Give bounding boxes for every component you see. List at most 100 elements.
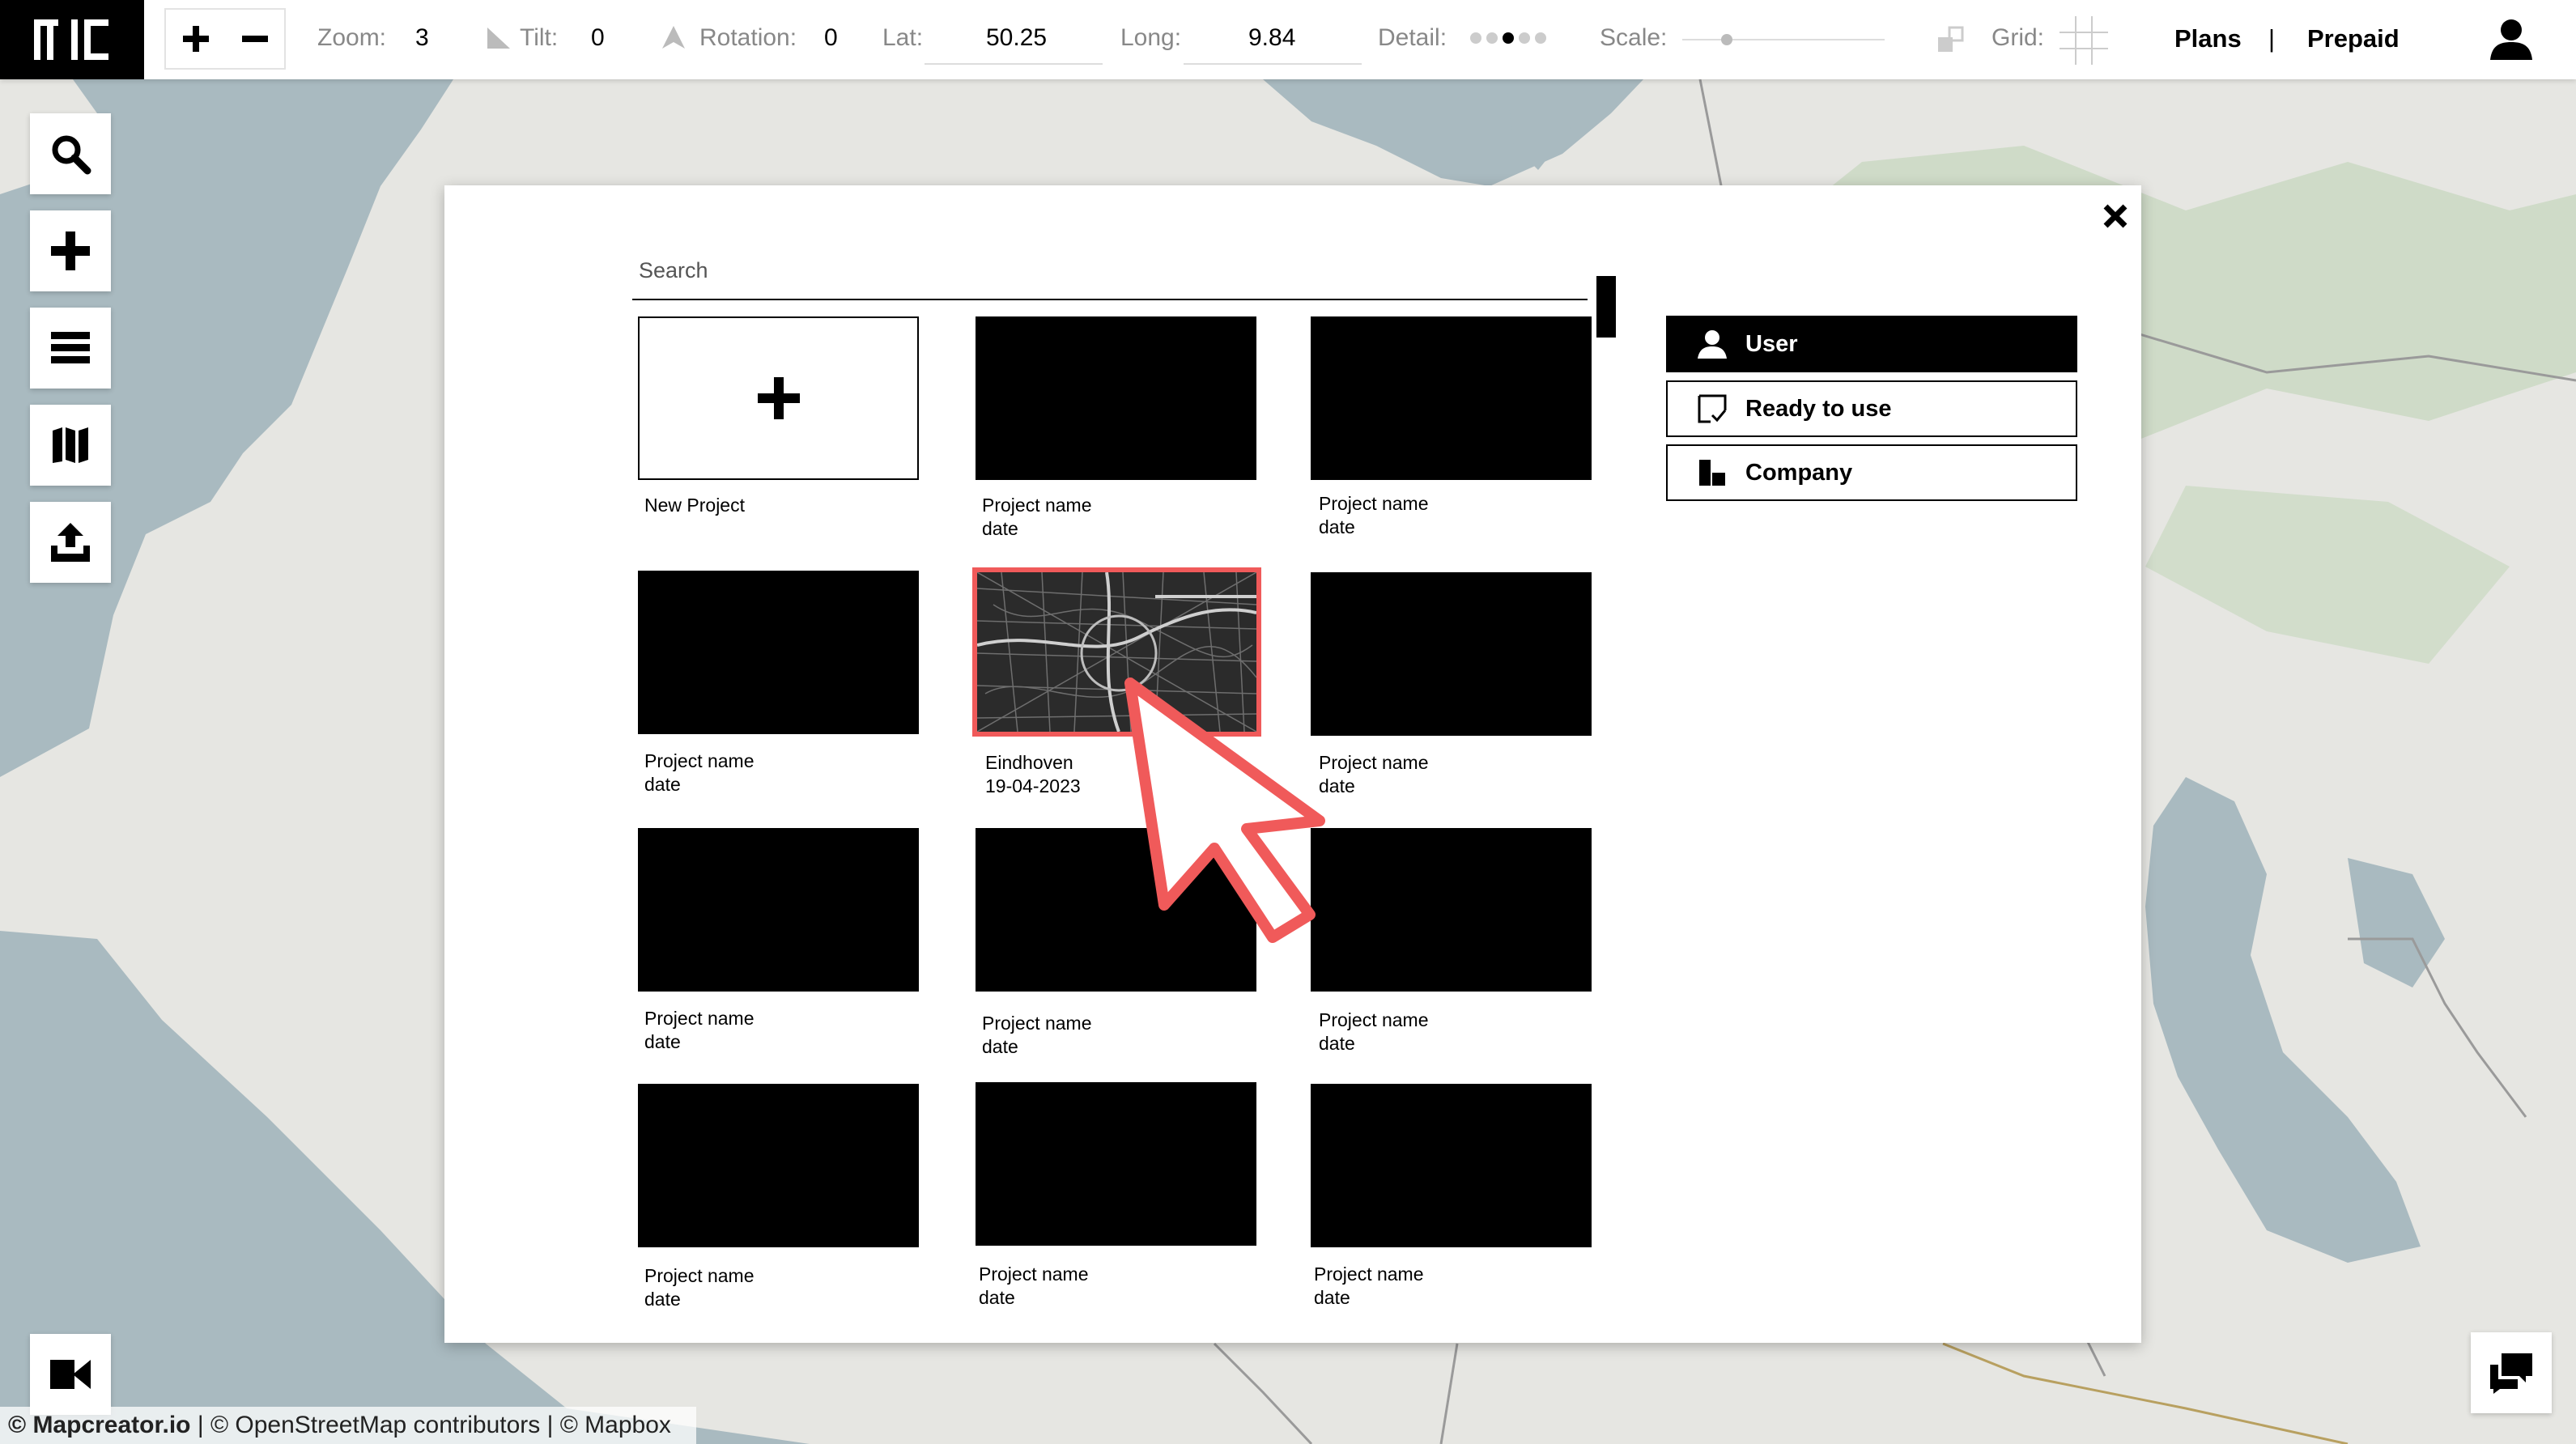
attribution-brand[interactable]: © Mapcreator.io <box>8 1412 191 1438</box>
long-underline <box>1184 63 1362 65</box>
detail-slider[interactable] <box>1470 32 1546 44</box>
close-icon[interactable] <box>2099 200 2132 232</box>
filter-company[interactable]: Company <box>1666 444 2077 501</box>
detail-dot[interactable] <box>1519 32 1530 44</box>
search-icon <box>52 135 91 175</box>
plus-icon <box>182 26 209 52</box>
prepaid-link[interactable]: Prepaid <box>2307 24 2400 53</box>
eindhoven-map-thumbnail[interactable] <box>972 567 1261 737</box>
long-value[interactable]: 9.84 <box>1248 24 1295 52</box>
video-camera-icon <box>50 1360 91 1389</box>
project-thumbnail[interactable] <box>1311 316 1592 480</box>
project-thumbnail[interactable] <box>638 828 919 992</box>
chat-icon <box>2490 1353 2532 1394</box>
project-thumbnail[interactable] <box>976 828 1256 992</box>
project-thumbnail[interactable] <box>1311 828 1592 992</box>
project-thumbnail[interactable] <box>976 1082 1256 1246</box>
map-attribution: © Mapcreator.io | © OpenStreetMap contri… <box>0 1407 696 1444</box>
project-thumbnail[interactable] <box>976 316 1256 480</box>
scale-slider-handle[interactable] <box>1721 34 1732 45</box>
project-date: date <box>1319 1033 1355 1054</box>
project-date: date <box>1319 775 1355 796</box>
lat-label: Lat: <box>882 24 924 51</box>
grid-lock-icon[interactable] <box>1936 26 1964 53</box>
project-name: Project name <box>979 1264 1089 1285</box>
map-tool-button[interactable] <box>30 405 111 486</box>
project-thumbnail[interactable] <box>1311 572 1592 736</box>
detail-dot[interactable] <box>1470 32 1481 44</box>
project-name: Project name <box>644 750 755 771</box>
detail-dot[interactable] <box>1535 32 1546 44</box>
project-date: date <box>982 1036 1018 1057</box>
rotation-value[interactable]: 0 <box>824 24 838 52</box>
project-search-input[interactable] <box>639 250 1529 291</box>
chat-button[interactable] <box>2471 1332 2552 1413</box>
search-tool-button[interactable] <box>30 113 111 194</box>
user-icon <box>1698 330 1727 359</box>
plus-icon <box>51 231 90 270</box>
zoom-out-button[interactable] <box>225 10 284 68</box>
logo-icon <box>34 19 108 60</box>
filter-user-label: User <box>1745 330 1798 357</box>
tilt-value[interactable]: 0 <box>591 24 605 52</box>
project-name: Project name <box>1319 1009 1429 1030</box>
scrollbar-thumb[interactable] <box>1596 276 1616 338</box>
project-name: Project name <box>982 495 1092 516</box>
attribution-text[interactable]: | © OpenStreetMap contributors | © Mapbo… <box>191 1412 671 1438</box>
long-label: Long: <box>1120 24 1182 51</box>
plus-icon <box>757 377 800 419</box>
detail-label: Detail: <box>1378 24 1447 51</box>
zoom-value[interactable]: 3 <box>415 24 429 52</box>
plans-link[interactable]: Plans <box>2174 24 2242 53</box>
project-name: Project name <box>1319 752 1429 773</box>
project-date: date <box>982 518 1018 539</box>
minus-icon <box>241 36 268 42</box>
tilt-icon <box>487 28 510 49</box>
project-date: date <box>1314 1287 1350 1308</box>
filter-user[interactable]: User <box>1666 316 2077 372</box>
upload-icon <box>51 523 90 562</box>
new-project-label: New Project <box>644 495 745 516</box>
filter-ready-label: Ready to use <box>1745 395 1892 422</box>
project-name: Project name <box>1314 1264 1424 1285</box>
project-date: date <box>979 1287 1015 1308</box>
add-tool-button[interactable] <box>30 210 111 291</box>
detail-dot[interactable] <box>1486 32 1498 44</box>
project-thumbnail[interactable] <box>638 571 919 734</box>
upload-tool-button[interactable] <box>30 502 111 583</box>
layers-tool-button[interactable] <box>30 308 111 389</box>
scale-label: Scale: <box>1600 24 1668 51</box>
filter-company-label: Company <box>1745 459 1853 486</box>
grid-icon[interactable] <box>2060 16 2108 65</box>
project-name: Project name <box>644 1265 755 1286</box>
project-date: 19-04-2023 <box>985 775 1081 796</box>
rotation-label: Rotation: <box>699 24 797 51</box>
top-toolbar: Zoom: 3 Tilt: 0 Rotation: 0 Lat: 50.25 L… <box>0 0 2576 79</box>
new-project-thumbnail[interactable] <box>638 316 919 480</box>
zoom-in-button[interactable] <box>166 10 225 68</box>
search-field <box>632 234 1588 300</box>
project-thumbnail[interactable] <box>638 1084 919 1247</box>
project-thumbnail[interactable] <box>1311 1084 1592 1247</box>
ready-check-icon <box>1698 394 1727 423</box>
zoom-label: Zoom: <box>317 24 387 51</box>
project-date: date <box>644 1031 681 1052</box>
project-name: Project name <box>982 1013 1092 1034</box>
lat-underline <box>925 63 1103 65</box>
project-date: date <box>644 1289 681 1310</box>
account-icon[interactable] <box>2489 16 2534 62</box>
detail-dot[interactable] <box>1503 32 1514 44</box>
project-name: Project name <box>644 1008 755 1029</box>
scale-slider[interactable] <box>1682 34 1885 45</box>
menu-lines-icon <box>51 332 90 363</box>
lat-value[interactable]: 50.25 <box>986 24 1047 52</box>
filter-ready-to-use[interactable]: Ready to use <box>1666 380 2077 437</box>
city-map-preview <box>977 572 1256 732</box>
projects-modal: New Project Project name date Project na… <box>444 185 2141 1343</box>
project-name: Eindhoven <box>985 752 1073 773</box>
map-icon <box>53 427 88 463</box>
video-tool-button[interactable] <box>30 1334 111 1415</box>
mapcreator-logo[interactable] <box>0 0 144 79</box>
project-name: Project name <box>1319 493 1429 514</box>
project-date: date <box>644 774 681 795</box>
